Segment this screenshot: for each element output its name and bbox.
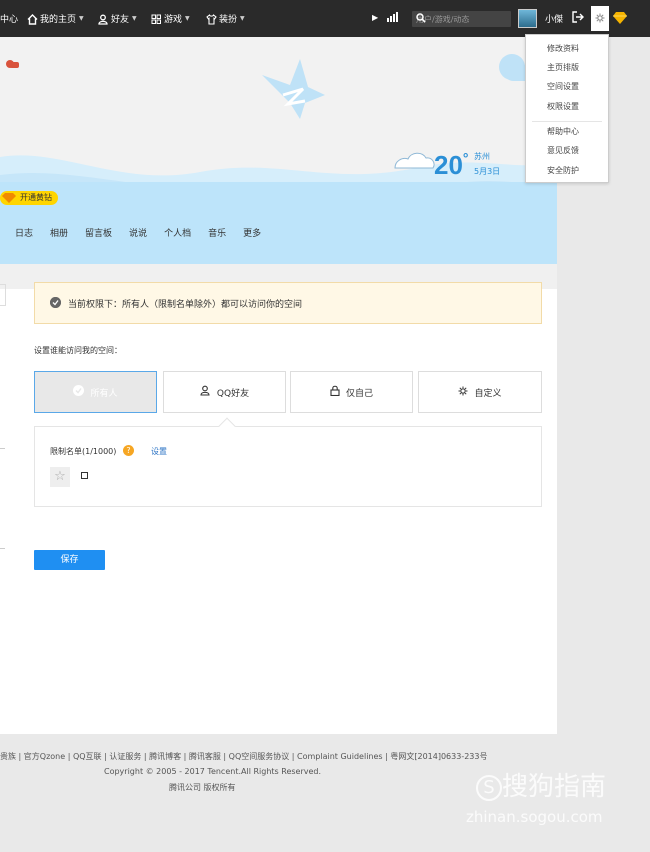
menu-item-security[interactable]: 安全防护 xyxy=(547,165,579,176)
nav-games[interactable]: 游戏 ▼ xyxy=(151,12,190,25)
checkbox[interactable] xyxy=(81,472,88,479)
nav-friends[interactable]: 好友 ▼ xyxy=(98,12,137,25)
restrict-set-link[interactable]: 设置 xyxy=(151,446,167,457)
nav-center-cut[interactable]: 中心 xyxy=(0,12,18,25)
search-input[interactable]: 用户/游戏/动态 xyxy=(412,11,511,27)
grid-icon xyxy=(151,14,161,24)
temp-value: 20 xyxy=(434,150,463,180)
sidebar-divider xyxy=(0,448,5,449)
space-nav: 日志 相册 留言板 说说 个人档 音乐 更多 xyxy=(15,226,278,239)
menu-item-permission-settings[interactable]: 权限设置 xyxy=(547,101,579,112)
nav-games-label: 游戏 xyxy=(164,15,183,25)
option-only-me[interactable]: 仅自己 xyxy=(290,371,413,413)
option-only-me-label: 仅自己 xyxy=(345,388,373,399)
yellow-diamond-icon[interactable] xyxy=(613,12,627,24)
play-icon: ▶ xyxy=(372,13,379,22)
menu-item-feedback[interactable]: 意见反馈 xyxy=(547,145,579,156)
music-bars-icon xyxy=(387,12,399,25)
space-banner: 20° 苏州 5月3日 开通黄钻 日志 相册 留言板 说说 个人档 音乐 更多 xyxy=(0,37,557,264)
lock-icon xyxy=(330,385,340,399)
settings-button[interactable] xyxy=(591,6,609,31)
help-icon[interactable]: ? xyxy=(123,445,134,456)
chevron-down-icon: ▼ xyxy=(132,15,137,22)
access-question: 设置谁能访问我的空间： xyxy=(34,346,122,355)
menu-item-space-settings[interactable]: 空间设置 xyxy=(547,81,579,92)
friends-icon xyxy=(98,14,108,25)
option-custom[interactable]: 自定义 xyxy=(418,371,542,413)
nav-home-label: 我的主页 xyxy=(40,15,77,25)
option-qq-friends[interactable]: QQ好友 xyxy=(163,371,286,413)
settings-dropdown: 修改资料 主页排版 空间设置 权限设置 帮助中心 意见反馈 安全防护 xyxy=(525,34,609,183)
nav-tab-blog[interactable]: 日志 xyxy=(15,226,33,239)
nav-center-label: 中心 xyxy=(0,15,19,25)
nav-tab-mood[interactable]: 说说 xyxy=(129,226,147,239)
banner-nav-area xyxy=(0,182,557,264)
menu-item-layout[interactable]: 主页排版 xyxy=(547,62,579,73)
yellow-diamond-icon xyxy=(2,193,16,208)
watermark-url: zhinan.sogou.com xyxy=(466,808,603,826)
nav-tab-profile[interactable]: 个人档 xyxy=(164,226,191,239)
menu-item-edit-profile[interactable]: 修改资料 xyxy=(547,43,579,54)
sidebar-divider xyxy=(0,548,5,549)
play-button[interactable]: ▶ xyxy=(372,13,378,22)
search-icon[interactable] xyxy=(416,13,506,26)
gear-icon xyxy=(458,386,468,399)
nav-tab-more[interactable]: 更多 xyxy=(243,226,261,239)
footer-copyright: Copyright © 2005 - 2017 Tencent.All Righ… xyxy=(104,767,322,776)
nav-home[interactable]: 我的主页 ▼ xyxy=(27,12,84,25)
nav-tab-album[interactable]: 相册 xyxy=(50,226,68,239)
weather-date: 5月3日 xyxy=(474,167,501,176)
nav-dress-label: 装扮 xyxy=(219,15,238,25)
chevron-down-icon: ▼ xyxy=(240,15,245,22)
nav-dress[interactable]: 装扮 ▼ xyxy=(206,12,245,25)
weather-temperature: 20° xyxy=(434,150,469,181)
restrict-list-panel: 限制名单(1/1000) ? 设置 ☆ xyxy=(34,417,542,507)
home-icon xyxy=(27,13,38,25)
check-circle-icon xyxy=(73,385,85,399)
restrict-list-label: 限制名单(1/1000) xyxy=(50,447,117,456)
option-qq-friends-label: QQ好友 xyxy=(216,388,250,399)
nav-tab-guestbook[interactable]: 留言板 xyxy=(85,226,112,239)
friends-icon xyxy=(200,385,211,399)
top-bar: 中心 我的主页 ▼ 好友 ▼ 游戏 ▼ 装扮 ▼ ▶ 用户/游戏/动态 小傑 xyxy=(0,0,650,37)
chevron-down-icon: ▼ xyxy=(185,15,190,22)
username-label: 小傑 xyxy=(545,15,564,25)
footer-links[interactable]: 贵族 | 官方Qzone | QQ互联 | 认证服务 | 腾讯博客 | 腾讯客服… xyxy=(0,751,487,762)
nav-tab-music[interactable]: 音乐 xyxy=(208,226,226,239)
username-link[interactable]: 小傑 xyxy=(545,12,563,25)
logout-button[interactable] xyxy=(572,11,584,26)
menu-divider xyxy=(532,121,602,122)
footer-company: 腾讯公司 版权所有 xyxy=(169,783,236,792)
save-button[interactable]: 保存 xyxy=(34,550,105,570)
star-icon[interactable]: ☆ xyxy=(50,467,70,487)
weather-city: 苏州 xyxy=(474,152,490,161)
temp-unit: ° xyxy=(462,150,469,166)
option-everyone-label: 所有人 xyxy=(90,388,118,399)
notice-text: 当前权限下：所有人（限制名单除外）都可以访问你的空间 xyxy=(68,300,303,310)
permission-notice: 当前权限下：所有人（限制名单除外）都可以访问你的空间 xyxy=(34,282,542,324)
access-options: 所有人 QQ好友 仅自己 自定义 xyxy=(34,371,542,413)
avatar[interactable] xyxy=(518,9,537,28)
gear-icon xyxy=(595,13,605,26)
chevron-down-icon: ▼ xyxy=(79,15,84,22)
logout-icon xyxy=(572,11,584,26)
music-bars-button[interactable] xyxy=(387,12,399,25)
watermark-brand-text: 搜狗指南 xyxy=(502,772,607,802)
open-yellow-diamond-button[interactable]: 开通黄钻 xyxy=(0,191,58,205)
nav-friends-label: 好友 xyxy=(111,15,130,25)
option-everyone[interactable]: 所有人 xyxy=(34,371,157,413)
shirt-icon xyxy=(206,13,217,25)
sidebar-edge xyxy=(0,284,6,306)
open-yellow-diamond-label: 开通黄钻 xyxy=(20,193,52,202)
sogou-logo-icon: S xyxy=(476,774,502,801)
menu-item-help[interactable]: 帮助中心 xyxy=(547,126,579,137)
option-custom-label: 自定义 xyxy=(474,388,502,399)
info-icon xyxy=(50,297,61,308)
watermark-brand: S 搜狗指南 xyxy=(476,766,606,803)
